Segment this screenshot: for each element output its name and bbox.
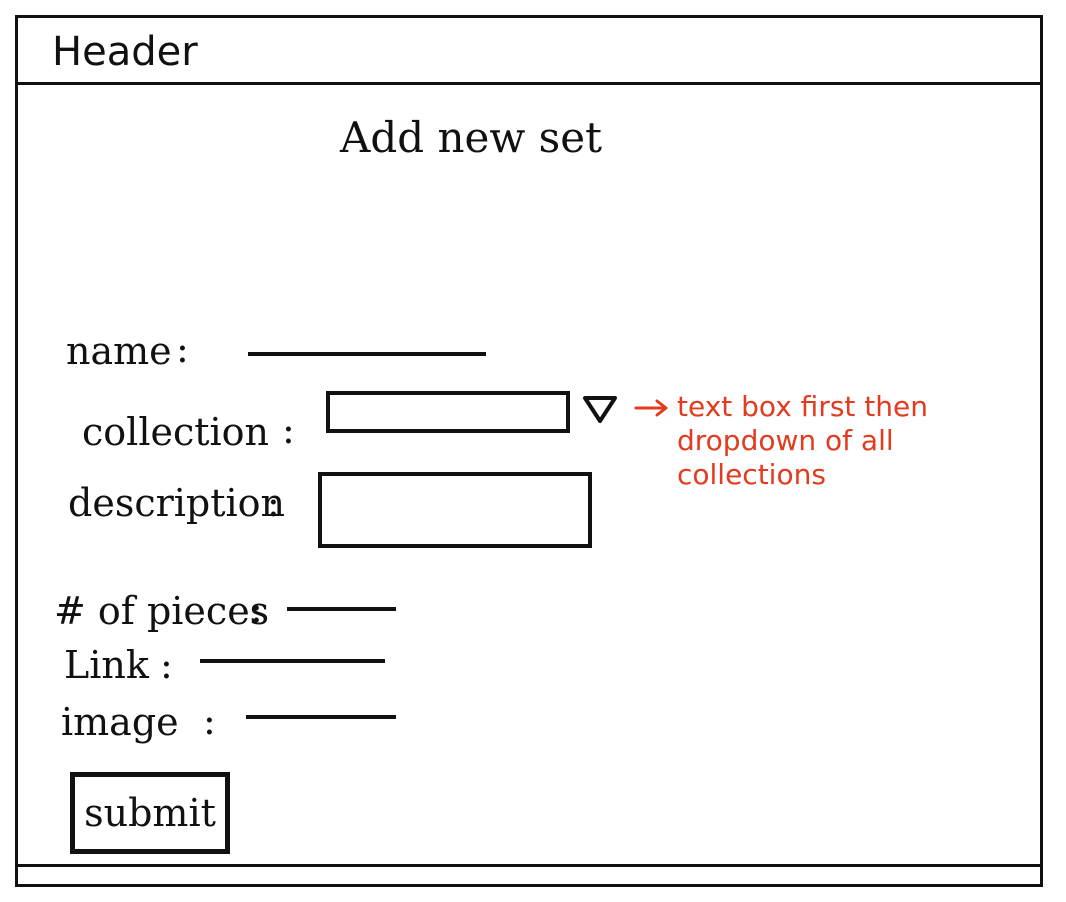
submit-button-label: submit — [84, 791, 216, 835]
annotation-arrow-icon — [634, 399, 668, 417]
collection-colon: : — [282, 408, 295, 452]
annotation-note: text box first then dropdown of all coll… — [677, 390, 928, 491]
submit-button[interactable]: submit — [70, 772, 230, 854]
header-title: Header — [52, 29, 198, 75]
image-colon: : — [203, 699, 216, 743]
description-colon: : — [267, 481, 280, 525]
pieces-field[interactable] — [287, 607, 396, 611]
link-label: Link — [64, 643, 149, 687]
image-label: image — [61, 700, 179, 744]
collection-label: collection — [82, 410, 270, 454]
name-field[interactable] — [248, 352, 486, 356]
link-field[interactable] — [200, 659, 385, 663]
pieces-label: # of pieces — [54, 589, 270, 633]
dropdown-triangle-icon[interactable] — [582, 394, 618, 424]
description-label: description — [68, 481, 286, 525]
name-colon: : — [176, 327, 189, 371]
page-title: Add new set — [340, 113, 602, 162]
image-field[interactable] — [246, 715, 396, 719]
description-input[interactable] — [318, 472, 592, 548]
collection-input[interactable] — [326, 391, 570, 433]
pieces-colon: : — [250, 587, 263, 631]
link-colon: : — [160, 643, 173, 687]
name-label: name — [66, 329, 172, 373]
footer-divider — [15, 864, 1043, 867]
header-divider — [15, 82, 1043, 85]
